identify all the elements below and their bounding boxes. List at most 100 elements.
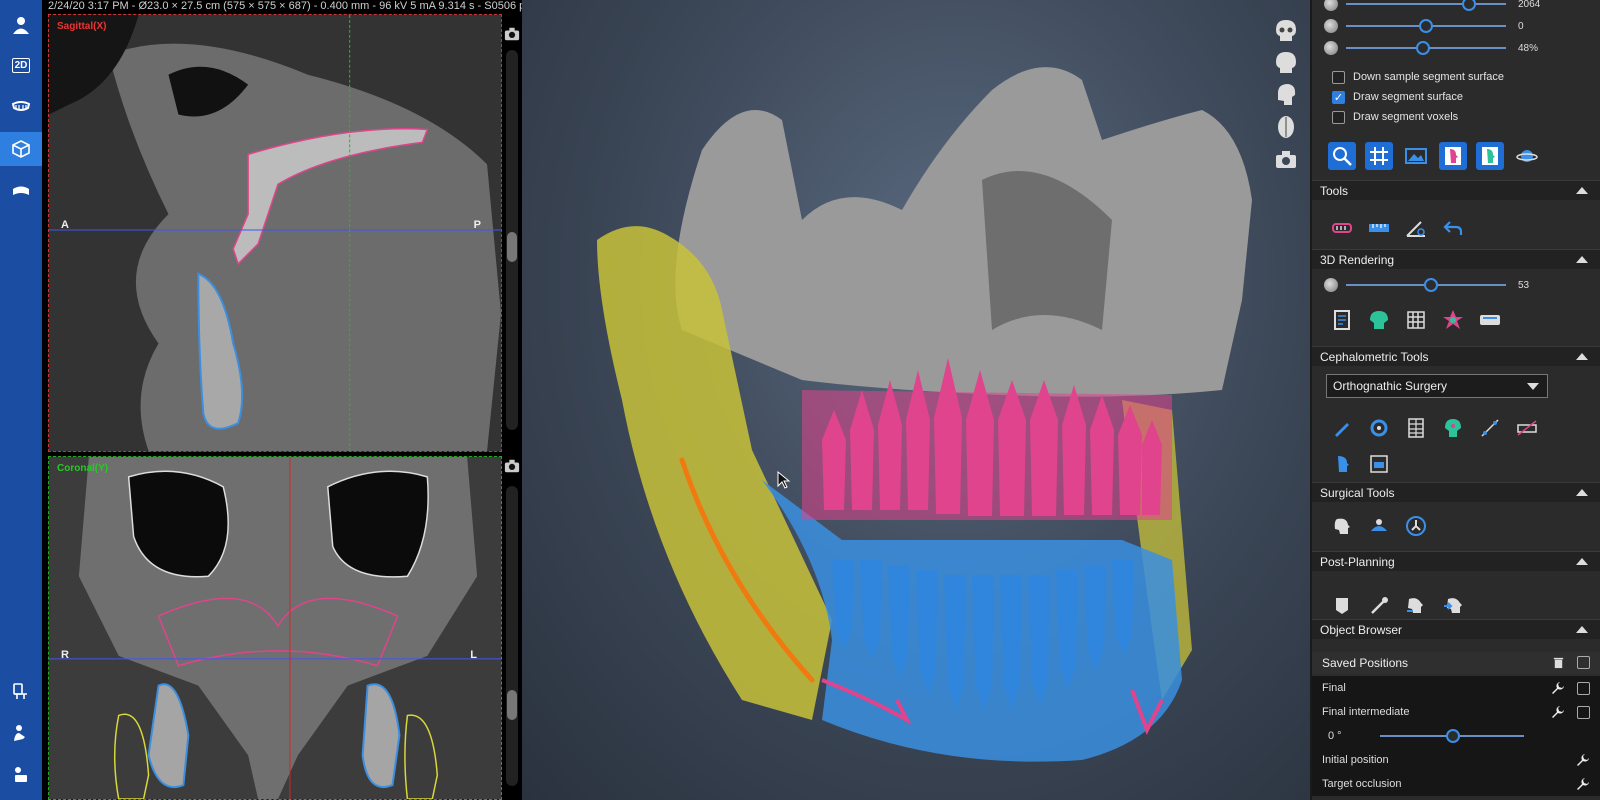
head-profile-icon[interactable] (1328, 450, 1356, 478)
skull-compare-icon[interactable] (1402, 592, 1430, 620)
skull-render-icon[interactable] (1365, 306, 1393, 334)
skull-front-icon[interactable] (1274, 18, 1298, 44)
collapse-caret-icon[interactable] (1576, 489, 1588, 496)
skull-side-icon[interactable] (1274, 82, 1298, 108)
move-segment-icon[interactable] (1402, 512, 1430, 540)
contrast-slider[interactable]: 0 (1324, 18, 1594, 34)
2d-view-button[interactable]: 2D (0, 48, 42, 82)
trash-icon[interactable] (1552, 656, 1565, 672)
ruler-icon[interactable] (1365, 214, 1393, 242)
mesh-grid-icon[interactable] (1402, 306, 1430, 334)
saved-position-initial[interactable]: Initial position (1312, 748, 1600, 772)
brightness-track[interactable] (1346, 0, 1506, 11)
row-checkbox[interactable] (1577, 681, 1590, 695)
3d-cube-icon[interactable] (0, 132, 42, 166)
undo-icon[interactable] (1439, 214, 1467, 242)
section-tools[interactable]: Tools (1312, 180, 1600, 200)
tooth-chart-icon[interactable] (1328, 214, 1356, 242)
color-star-icon[interactable] (1439, 306, 1467, 334)
chevron-down-icon[interactable] (1527, 383, 1539, 390)
face-scan-icon[interactable] (1476, 142, 1504, 170)
opacity-thumb[interactable] (1416, 41, 1430, 55)
snapshot-camera-icon[interactable] (504, 26, 522, 44)
checkbox-draw-voxels[interactable]: Draw segment voxels (1332, 108, 1458, 126)
rotation-track[interactable] (1380, 729, 1524, 743)
collapse-caret-icon[interactable] (1576, 256, 1588, 263)
section-object-browser[interactable]: Object Browser (1312, 619, 1600, 639)
section-cephalometric[interactable]: Cephalometric Tools (1312, 346, 1600, 366)
checkbox-box[interactable] (1332, 110, 1345, 124)
osteotomy-icon[interactable] (1365, 512, 1393, 540)
rotation-thumb[interactable] (1446, 729, 1460, 743)
dentist-icon[interactable] (0, 716, 42, 750)
collapse-caret-icon[interactable] (1576, 353, 1588, 360)
wrench-icon[interactable] (1551, 681, 1565, 695)
pen-icon[interactable] (1328, 414, 1356, 442)
brightness-thumb[interactable] (1462, 0, 1476, 11)
coronal-scrollbar[interactable] (506, 486, 518, 786)
sagittal-scroll-thumb[interactable] (507, 232, 517, 262)
saved-position-target-occlusion[interactable]: Target occlusion (1312, 772, 1600, 796)
rendering-track[interactable] (1346, 278, 1506, 292)
opacity-slider[interactable]: 48% (1324, 40, 1594, 56)
checkbox-downsample[interactable]: Down sample segment surface (1332, 68, 1504, 86)
document-icon[interactable] (1328, 306, 1356, 334)
select-all-checkbox[interactable] (1577, 656, 1590, 669)
rendering-thumb[interactable] (1424, 278, 1438, 292)
skull-cut-icon[interactable] (1328, 512, 1356, 540)
contrast-track[interactable] (1346, 19, 1506, 33)
snapshot-camera-icon-2[interactable] (504, 458, 522, 476)
sagittal-view[interactable]: Sagittal(X) A P (48, 14, 502, 452)
orbit-view-icon[interactable] (1513, 142, 1541, 170)
landscape-icon[interactable] (1402, 142, 1430, 170)
skull-top-icon[interactable] (1274, 114, 1298, 140)
patient-icon[interactable] (0, 758, 42, 792)
face-profile-icon[interactable] (1439, 142, 1467, 170)
skull-export-icon[interactable] (1439, 592, 1467, 620)
skull-back-icon[interactable] (1274, 50, 1298, 76)
collapse-caret-icon[interactable] (1576, 558, 1588, 565)
rendering-slider[interactable]: 53 (1324, 277, 1594, 293)
teeth-icon[interactable] (0, 90, 42, 124)
brightness-slider[interactable]: 2064 (1324, 0, 1594, 12)
measure-plane-icon[interactable] (1513, 414, 1541, 442)
saved-position-final-intermediate[interactable]: Final intermediate (1312, 700, 1600, 724)
dental-chair-icon[interactable] (0, 674, 42, 708)
opacity-track[interactable] (1346, 41, 1506, 55)
rotation-slider-row[interactable]: 0 ° (1312, 724, 1600, 748)
3d-viewport[interactable] (522, 0, 1310, 800)
face-landmark-icon[interactable] (1439, 414, 1467, 442)
section-3d-rendering[interactable]: 3D Rendering (1312, 249, 1600, 269)
screw-icon[interactable] (1365, 592, 1393, 620)
splint-icon[interactable] (1328, 592, 1356, 620)
section-surgical-tools[interactable]: Surgical Tools (1312, 482, 1600, 502)
ceph-analysis-select[interactable]: Orthognathic Surgery (1326, 374, 1548, 398)
angle-measure-icon[interactable] (1402, 214, 1430, 242)
checkbox-box[interactable] (1332, 70, 1345, 84)
checkbox-draw-surface[interactable]: ✓ Draw segment surface (1332, 88, 1463, 106)
rotate-icon[interactable] (1365, 414, 1393, 442)
contrast-thumb[interactable] (1419, 19, 1433, 33)
section-post-planning[interactable]: Post-Planning (1312, 551, 1600, 571)
wrench-icon[interactable] (1551, 705, 1565, 719)
row-checkbox[interactable] (1577, 705, 1590, 719)
collapse-caret-icon[interactable] (1576, 187, 1588, 194)
crosshair-grid-icon[interactable] (1365, 142, 1393, 170)
user-icon[interactable] (0, 8, 42, 42)
report-icon[interactable] (1365, 450, 1393, 478)
wrench-icon[interactable] (1576, 753, 1590, 767)
coronal-scroll-thumb[interactable] (507, 690, 517, 720)
camera-icon[interactable] (1274, 146, 1298, 172)
panoramic-icon[interactable] (1476, 306, 1504, 334)
wrench-icon[interactable] (1576, 777, 1590, 791)
sagittal-scrollbar[interactable] (506, 50, 518, 430)
jaw-icon[interactable] (0, 174, 42, 208)
checkbox-box-checked[interactable]: ✓ (1332, 90, 1345, 104)
coronal-view[interactable]: Coronal(Y) R L (48, 456, 502, 800)
table-icon[interactable] (1402, 414, 1430, 442)
line-points-icon[interactable] (1476, 414, 1504, 442)
saved-position-final[interactable]: Final (1312, 676, 1600, 700)
collapse-caret-icon[interactable] (1576, 626, 1588, 633)
zoom-fit-icon[interactable] (1328, 142, 1356, 170)
left-toolbar: 2D (0, 0, 42, 800)
